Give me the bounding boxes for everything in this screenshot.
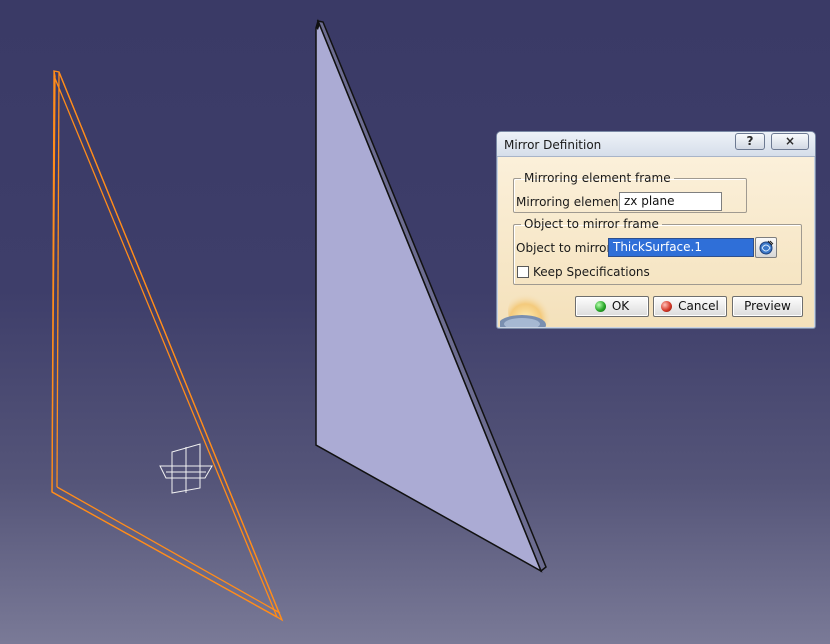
- cancel-red-icon: [661, 301, 673, 312]
- close-button[interactable]: ×: [771, 133, 809, 150]
- select-element-icon: [759, 240, 774, 255]
- help-button[interactable]: ?: [735, 133, 765, 150]
- mirroring-element-frame-legend: Mirroring element frame: [524, 171, 671, 185]
- object-to-mirror-frame-legend: Object to mirror frame: [524, 217, 659, 231]
- object-to-mirror-field[interactable]: ThickSurface.1: [608, 238, 754, 257]
- select-element-button[interactable]: [755, 237, 777, 258]
- dialog-body: Mirroring element frame Mirroring elemen…: [498, 157, 814, 327]
- ok-green-icon: [594, 301, 606, 312]
- cancel-button[interactable]: Cancel: [653, 296, 727, 317]
- keep-specifications-label: Keep Specifications: [533, 265, 650, 279]
- keep-specifications-checkbox[interactable]: [517, 266, 529, 278]
- mirrored-triangle-wireframe[interactable]: [51, 70, 284, 622]
- mirroring-element-field[interactable]: zx plane: [619, 192, 722, 211]
- cancel-button-label: Cancel: [678, 299, 719, 313]
- ok-button[interactable]: OK: [575, 296, 649, 317]
- dialog-titlebar[interactable]: Mirror Definition ? ×: [497, 132, 815, 157]
- mirror-definition-dialog: Mirror Definition ? × Mirroring element …: [496, 131, 816, 329]
- catia-globe-icon: [500, 287, 552, 327]
- plane-compass-icon: [159, 443, 213, 494]
- dialog-title: Mirror Definition: [504, 138, 602, 152]
- mirroring-element-label: Mirroring element:: [516, 195, 628, 209]
- object-to-mirror-label: Object to mirror:: [516, 241, 616, 255]
- preview-button[interactable]: Preview: [732, 296, 803, 317]
- ok-button-label: OK: [611, 299, 630, 313]
